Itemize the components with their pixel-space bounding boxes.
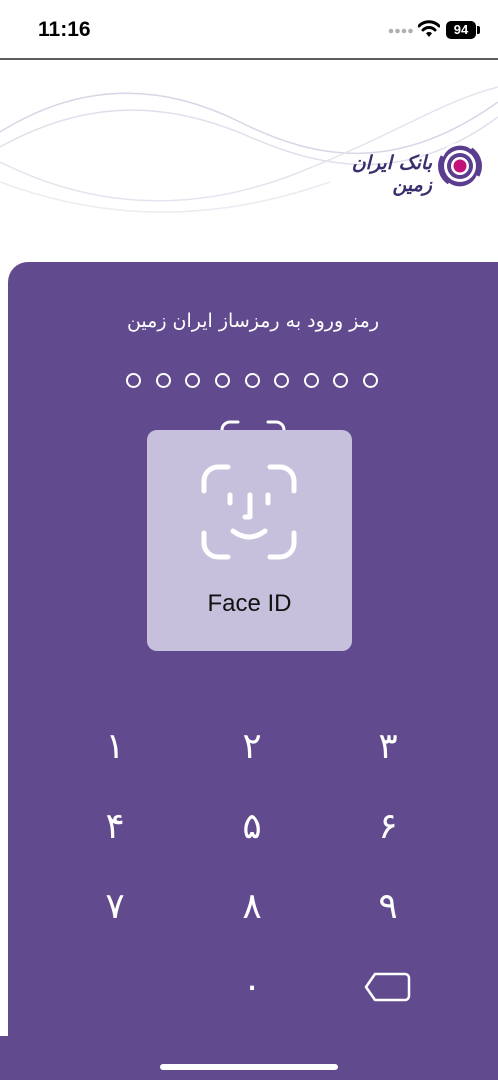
numeric-keypad: ۱ ۲ ۳ ۴ ۵ ۶ ۷ ۸ ۹ ۰ <box>8 262 498 1080</box>
faceid-icon <box>201 464 297 560</box>
battery-cap <box>477 26 480 34</box>
bank-logo-icon <box>438 142 482 190</box>
wifi-icon <box>418 20 440 37</box>
screen: 11:16 94 بانک ایران زمین رمز ورود به رمز… <box>0 0 498 1080</box>
key-4[interactable]: ۴ <box>55 797 175 857</box>
backspace-button[interactable] <box>353 957 423 1017</box>
panel-edge <box>0 1036 8 1080</box>
faceid-overlay: Face ID <box>147 430 352 651</box>
key-5[interactable]: ۵ <box>192 797 312 857</box>
bank-name: بانک ایران زمین <box>351 152 432 196</box>
battery-icon: 94 <box>446 21 476 39</box>
key-1[interactable]: ۱ <box>55 717 175 777</box>
signal-icon <box>388 28 413 34</box>
key-6[interactable]: ۶ <box>328 797 448 857</box>
status-bar: 11:16 94 <box>0 0 498 60</box>
key-7[interactable]: ۷ <box>55 877 175 937</box>
key-0[interactable]: ۰ <box>192 957 312 1017</box>
backspace-icon <box>364 972 411 1002</box>
home-indicator[interactable] <box>160 1064 338 1070</box>
status-time: 11:16 <box>38 18 91 41</box>
key-2[interactable]: ۲ <box>192 717 312 777</box>
key-9[interactable]: ۹ <box>328 877 448 937</box>
key-3[interactable]: ۳ <box>328 717 448 777</box>
login-panel: رمز ورود به رمزساز ایران زمین ۱ ۲ ۳ ۴ ۵ … <box>8 262 498 1080</box>
key-8[interactable]: ۸ <box>192 877 312 937</box>
faceid-label: Face ID <box>207 590 292 617</box>
header: بانک ایران زمین <box>0 62 498 262</box>
